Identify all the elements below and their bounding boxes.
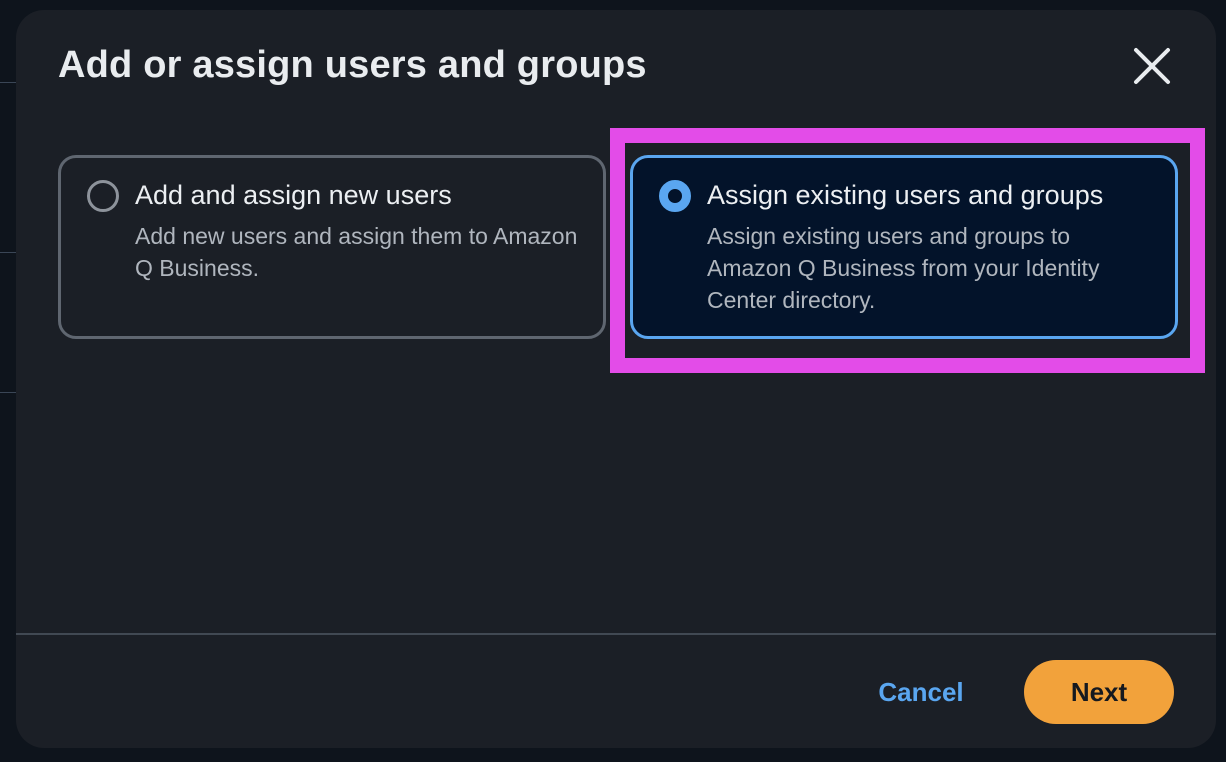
option-description: Assign existing users and groups to Amaz…	[707, 223, 1100, 313]
next-button[interactable]: Next	[1024, 660, 1174, 724]
option-title: Add and assign new users	[135, 180, 452, 210]
assign-users-modal: Add or assign users and groups Add and a…	[16, 10, 1216, 748]
radio-add-new-users[interactable]	[87, 180, 119, 212]
footer-divider	[16, 633, 1216, 635]
modal-title: Add or assign users and groups	[58, 44, 647, 86]
option-title: Assign existing users and groups	[707, 180, 1104, 210]
close-button[interactable]	[1130, 44, 1174, 88]
radio-assign-existing[interactable]	[659, 180, 691, 212]
option-add-new-users[interactable]: Add and assign new users Add new users a…	[58, 155, 606, 339]
option-description: Add new users and assign them to Amazon …	[135, 223, 578, 281]
close-icon	[1134, 48, 1170, 84]
option-assign-existing[interactable]: Assign existing users and groups Assign …	[630, 155, 1178, 339]
cancel-button[interactable]: Cancel	[862, 660, 980, 724]
